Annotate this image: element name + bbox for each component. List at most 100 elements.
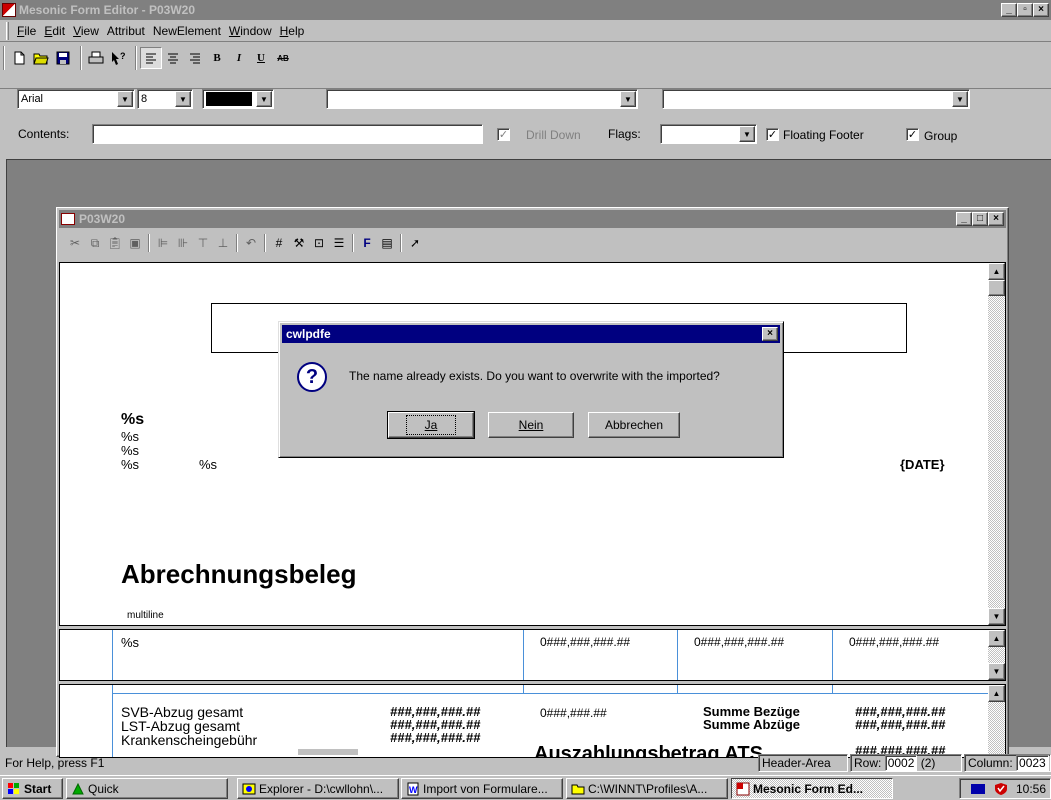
color-combo[interactable]: ▼ — [202, 89, 274, 109]
app-icon[interactable] — [2, 3, 16, 17]
chevron-down-icon[interactable]: ▼ — [620, 91, 636, 107]
detail-amount-2[interactable]: 0###,###,###.## — [694, 635, 784, 649]
menu-newelement[interactable]: NewElement — [149, 24, 225, 38]
footer-line-2[interactable]: LST-Abzug gesamt — [121, 719, 240, 733]
floating-footer-checkbox[interactable]: ✓ — [766, 128, 779, 141]
flags-combo[interactable]: ▼ — [660, 124, 757, 144]
footer-mid-amount[interactable]: 0###,###.## — [540, 706, 607, 720]
detail-amount-3[interactable]: 0###,###,###.## — [849, 635, 939, 649]
field-s-4[interactable]: %s — [199, 457, 217, 472]
menu-window[interactable]: Window — [225, 24, 276, 38]
save-icon[interactable] — [52, 47, 74, 69]
paste-special-icon[interactable]: ▣ — [125, 233, 145, 253]
font-combo[interactable]: Arial ▼ — [17, 89, 135, 109]
paste-icon[interactable]: 📋︎ — [105, 233, 125, 253]
footer-line-1[interactable]: SVB-Abzug gesamt — [121, 705, 243, 719]
footer-amount-3[interactable]: ###,###,###.## — [390, 731, 480, 744]
list-icon[interactable]: ☰ — [329, 233, 349, 253]
undo-icon[interactable]: ↶ — [241, 233, 261, 253]
drilldown-checkbox[interactable]: ✓ — [497, 128, 510, 141]
chevron-down-icon[interactable]: ▼ — [117, 91, 133, 107]
chevron-down-icon[interactable]: ▼ — [952, 91, 968, 107]
open-folder-icon[interactable] — [30, 47, 52, 69]
contents-input[interactable] — [92, 124, 483, 144]
child-maximize-button[interactable]: □ — [972, 212, 988, 226]
align-center-icon[interactable] — [162, 47, 184, 69]
menu-attribut[interactable]: Attribut — [103, 24, 149, 38]
font-icon[interactable]: F — [357, 233, 377, 253]
group-checkbox[interactable]: ✓ — [906, 128, 919, 141]
pane3-scrollbar[interactable]: ▲ — [988, 685, 1005, 757]
task-import[interactable]: W Import von Formulare... — [401, 778, 563, 799]
align-left-edges-icon[interactable]: ⊫ — [153, 233, 173, 253]
underline-button[interactable]: U — [250, 47, 272, 69]
italic-button[interactable]: I — [228, 47, 250, 69]
chevron-down-icon[interactable]: ▼ — [175, 91, 191, 107]
task-profiles[interactable]: C:\WINNT\Profiles\A... — [566, 778, 728, 799]
no-button[interactable]: Nein — [488, 412, 574, 438]
chevron-down-icon[interactable]: ▼ — [739, 126, 755, 142]
menu-edit[interactable]: Edit — [40, 24, 69, 38]
new-file-icon[interactable] — [8, 47, 30, 69]
cancel-button[interactable]: Abbrechen — [588, 412, 680, 438]
scroll-down-icon[interactable]: ▼ — [988, 663, 1005, 680]
cut-icon[interactable]: ✂ — [65, 233, 85, 253]
field-s-1[interactable]: %s — [121, 429, 139, 444]
strikethrough-button[interactable]: AB — [272, 47, 294, 69]
tools-icon[interactable]: ⚒ — [289, 233, 309, 253]
pointer-icon[interactable]: ➚ — [405, 233, 425, 253]
footer-line-3[interactable]: Krankenscheingebühr — [121, 733, 257, 747]
child-minimize-button[interactable]: _ — [956, 212, 972, 226]
close-button[interactable]: × — [1033, 3, 1049, 17]
pane1-scrollbar[interactable]: ▲ ▼ — [988, 263, 1005, 625]
start-button[interactable]: Start — [2, 778, 63, 799]
copy-icon[interactable]: ⧉ — [85, 233, 105, 253]
task-explorer[interactable]: Explorer - D:\cwllohn\... — [237, 778, 399, 799]
footer-area-pane[interactable]: SVB-Abzug gesamt LST-Abzug gesamt Kranke… — [59, 684, 1006, 758]
detail-amount-1[interactable]: 0###,###,###.## — [540, 635, 630, 649]
minimize-button[interactable]: _ — [1001, 3, 1017, 17]
chevron-down-icon[interactable]: ▼ — [256, 91, 272, 107]
network-icon[interactable] — [970, 782, 986, 796]
scroll-down-icon[interactable]: ▼ — [988, 608, 1005, 625]
field-combo[interactable]: ▼ — [326, 89, 638, 109]
sum-label-abzuege[interactable]: Summe Abzüge — [703, 718, 800, 731]
detail-s[interactable]: %s — [121, 635, 139, 650]
scroll-up-icon[interactable]: ▲ — [988, 263, 1005, 280]
restore-button[interactable]: ▫ — [1017, 3, 1033, 17]
align-left-icon[interactable] — [140, 47, 162, 69]
shield-icon[interactable] — [994, 782, 1008, 796]
properties-icon[interactable]: ▤ — [377, 233, 397, 253]
scroll-up-icon[interactable]: ▲ — [988, 630, 1005, 647]
task-form-editor[interactable]: Mesonic Form Ed... — [731, 778, 893, 799]
menu-view[interactable]: View — [69, 24, 103, 38]
sum-value-abzuege[interactable]: ###,###,###.## — [855, 718, 945, 731]
report-heading[interactable]: Abrechnungsbeleg — [121, 559, 356, 590]
child-close-button[interactable]: × — [988, 212, 1004, 226]
field-s-2[interactable]: %s — [121, 443, 139, 458]
size-combo[interactable]: 8 ▼ — [137, 89, 193, 109]
menu-file[interactable]: File — [13, 24, 40, 38]
align-top-edges-icon[interactable]: ⊤ — [193, 233, 213, 253]
dialog-close-button[interactable]: × — [762, 327, 778, 341]
yes-button[interactable]: Ja — [387, 411, 475, 439]
document-icon[interactable] — [61, 213, 75, 225]
align-right-icon[interactable] — [184, 47, 206, 69]
scroll-up-icon[interactable]: ▲ — [988, 685, 1005, 702]
pane2-scrollbar[interactable]: ▲ ▼ — [988, 630, 1005, 680]
print-icon[interactable] — [85, 47, 107, 69]
quick-launch[interactable]: Quick — [66, 778, 228, 799]
multiline-field[interactable]: multiline — [127, 610, 164, 621]
align-right-edges-icon[interactable]: ⊪ — [173, 233, 193, 253]
field-s-3[interactable]: %s — [121, 457, 139, 472]
grid-icon[interactable]: # — [269, 233, 289, 253]
menu-grip[interactable] — [6, 21, 9, 40]
bold-button[interactable]: B — [206, 47, 228, 69]
align-bottom-edges-icon[interactable]: ⊥ — [213, 233, 233, 253]
date-field[interactable]: {DATE} — [900, 457, 945, 472]
scroll-thumb[interactable] — [988, 280, 1005, 296]
detail-area-pane[interactable]: %s 0###,###,###.## 0###,###,###.## 0###,… — [59, 629, 1006, 681]
element-combo[interactable]: ▼ — [662, 89, 970, 109]
field-bold-s[interactable]: %s — [121, 411, 144, 429]
context-help-icon[interactable]: ? — [107, 47, 129, 69]
